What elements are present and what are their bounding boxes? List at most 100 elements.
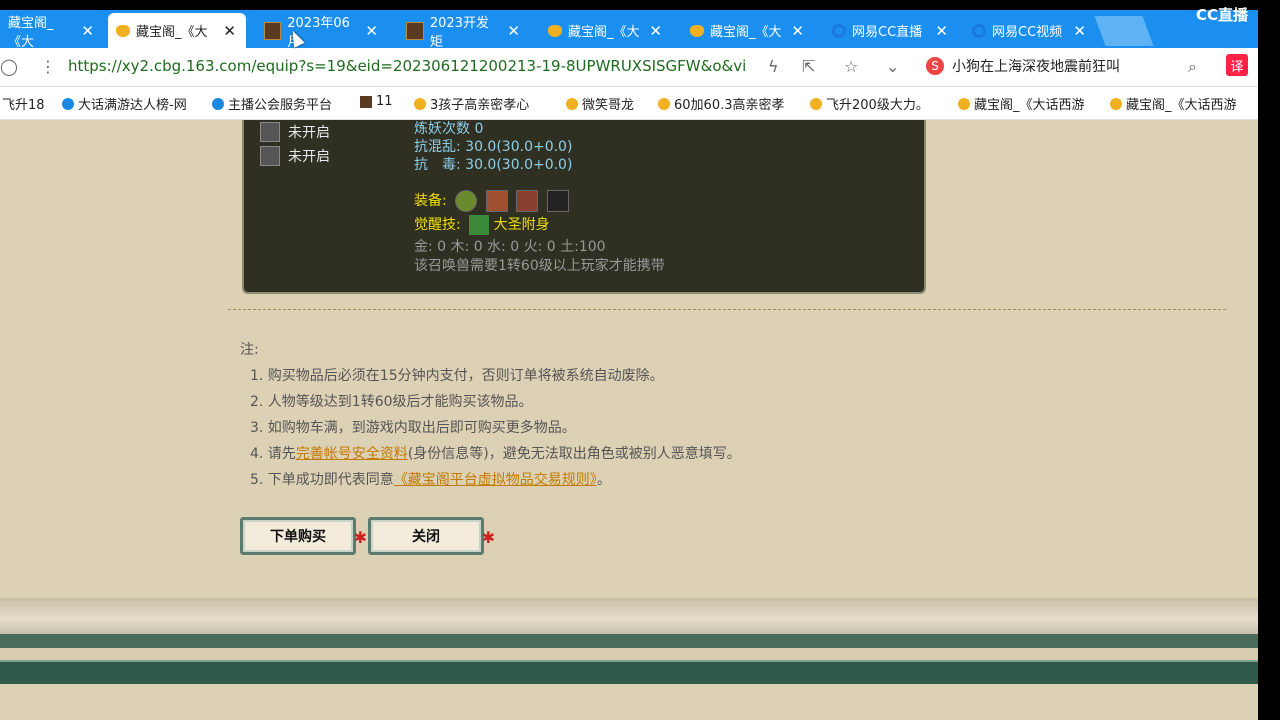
tab-2-active[interactable]: 藏宝阁_《大 ✕ — [108, 13, 246, 48]
slot-icon — [260, 146, 280, 166]
browser-icon — [212, 97, 224, 110]
notes-title: 注: — [240, 342, 259, 358]
bookmark-label: 藏宝阁_《大话西游 — [1126, 98, 1237, 113]
bookmark-1[interactable]: 飞升18 — [2, 94, 45, 113]
footer-band — [0, 634, 1258, 648]
close-icon[interactable]: ✕ — [507, 22, 520, 40]
cc-icon — [832, 23, 846, 38]
search-box[interactable]: S 小狗在上海深夜地震前狂叫 — [926, 56, 1120, 76]
awaken-skill-icon[interactable] — [469, 215, 490, 235]
search-icon[interactable]: ⌕ — [1188, 57, 1197, 77]
close-button[interactable]: 关闭 ✱ — [368, 517, 495, 555]
game-icon — [264, 21, 282, 40]
element-values: 金: 0 木: 0 水: 0 火: 0 土:100 — [414, 239, 606, 255]
note-4-pre: 4. 请先 — [250, 446, 296, 462]
tab-1-label: 藏宝阁_《大 — [8, 15, 54, 50]
divider — [228, 309, 1226, 310]
star-icon[interactable]: ☆ — [844, 57, 858, 76]
tab-6[interactable]: 藏宝阁_《大 ✕ — [682, 13, 814, 48]
tab-5[interactable]: 藏宝阁_《大 ✕ — [540, 13, 672, 48]
purchase-notes: 注: 1. 购买物品后必须在15分钟内支付，否则订单将被系统自动废除。 2. 人… — [240, 337, 741, 493]
equip-row: 装备: — [414, 190, 569, 212]
close-icon[interactable]: ✕ — [365, 22, 378, 40]
slot-icon — [260, 122, 280, 142]
bookmark-7[interactable]: 60加60.3高亲密孝 — [658, 94, 785, 113]
equip-armor-icon[interactable] — [485, 190, 508, 212]
cc-icon — [972, 23, 986, 38]
bookmarks-bar: 飞升18 大话满游达人榜-网 主播公会服务平台 11 3孩子高亲密孝心 微笑哥龙… — [0, 87, 1258, 120]
bookmark-label: 60加60.3高亲密孝 — [674, 98, 785, 113]
bookmark-label: 大话满游达人榜-网 — [78, 98, 187, 113]
search-text: 小狗在上海深夜地震前狂叫 — [952, 59, 1120, 75]
bookmark-3[interactable]: 主播公会服务平台 — [212, 94, 332, 113]
bookmark-label: 11 — [376, 94, 393, 109]
url-field[interactable]: https://xy2.cbg.163.com/equip?s=19&eid=2… — [68, 57, 758, 75]
close-icon[interactable]: ✕ — [1073, 22, 1086, 40]
tab-bar: 藏宝阁_《大 ✕ 藏宝阁_《大 ✕ 2023年06月 ✕ 2023开发矩 ✕ 藏… — [0, 10, 1258, 50]
chick-icon — [1110, 97, 1122, 110]
bookmark-10[interactable]: 藏宝阁_《大话西游 — [1110, 94, 1237, 113]
tab-4[interactable]: 2023开发矩 ✕ — [398, 13, 530, 50]
trade-rules-link[interactable]: 《藏宝阁平台虚拟物品交易规则》 — [394, 472, 597, 488]
equip-ring-icon[interactable] — [455, 190, 478, 212]
tab-3[interactable]: 2023年06月 ✕ — [256, 13, 388, 50]
awaken-label: 觉醒技: — [414, 217, 461, 233]
close-icon[interactable]: ✕ — [791, 22, 804, 40]
chick-icon — [116, 24, 130, 37]
bookmark-8[interactable]: 飞升200级大力。 — [810, 94, 929, 113]
page-content: 未开启 未开启 炼妖次数 0 抗混乱: 30.0(30.0+0.0) 抗 毒: … — [0, 120, 1258, 720]
tab-6-label: 藏宝阁_《大 — [710, 25, 782, 40]
skill-slot-2: 未开启 — [260, 146, 330, 166]
bookmark-6[interactable]: 微笑哥龙 — [566, 94, 634, 113]
equip-empty-icon[interactable] — [546, 190, 569, 212]
chick-icon — [414, 97, 426, 110]
site-icon: ◯ — [0, 57, 18, 76]
ribbon-icon: ✱ — [353, 528, 367, 547]
equip-label: 装备: — [414, 193, 447, 209]
translate-button[interactable]: 译 — [1226, 54, 1248, 76]
note-5: 5. 下单成功即代表同意《藏宝阁平台虚拟物品交易规则》。 — [240, 467, 741, 493]
footer-band — [0, 660, 1258, 684]
bookmark-label: 3孩子高亲密孝心 — [430, 98, 530, 113]
bookmark-2[interactable]: 大话满游达人榜-网 — [62, 94, 187, 113]
resist-poison: 抗 毒: 30.0(30.0+0.0) — [414, 157, 573, 173]
bookmark-4[interactable]: 11 — [360, 94, 393, 109]
tab-7[interactable]: 网易CC直播 ✕ — [824, 13, 958, 48]
chick-icon — [566, 97, 578, 110]
note-5-pre: 5. 下单成功即代表同意 — [250, 472, 394, 488]
buy-button[interactable]: 下单购买 ✱ — [240, 517, 367, 555]
note-5-post: 。 — [596, 472, 611, 488]
close-icon[interactable]: ✕ — [223, 22, 236, 40]
close-icon[interactable]: ✕ — [649, 22, 662, 40]
bookmark-label: 飞升200级大力。 — [826, 98, 929, 113]
chick-icon — [548, 24, 562, 37]
tab-2-label: 藏宝阁_《大 — [136, 25, 208, 40]
close-button-label: 关闭 — [412, 529, 440, 545]
browser-icon — [62, 97, 74, 110]
menu-dots-icon[interactable]: ⋮ — [40, 57, 56, 76]
bookmark-label: 藏宝阁_《大话西游 — [974, 98, 1085, 113]
equip-claw-icon[interactable] — [516, 190, 539, 212]
awaken-row: 觉醒技: 大圣附身 — [414, 214, 550, 235]
game-icon — [406, 21, 424, 40]
chick-icon — [658, 97, 670, 110]
refine-count: 炼妖次数 0 — [414, 121, 484, 137]
bookmark-5[interactable]: 3孩子高亲密孝心 — [414, 94, 529, 113]
close-icon[interactable]: ✕ — [81, 22, 94, 40]
close-icon[interactable]: ✕ — [935, 22, 948, 40]
tab-8-label: 网易CC视频 — [992, 25, 1063, 40]
carry-requirement: 该召唤兽需要1转60级以上玩家才能携带 — [414, 258, 665, 274]
share-icon[interactable]: ⇱ — [802, 57, 815, 76]
note-4-post: (身份信息等)，避免无法取出角色或被别人恶意填写。 — [407, 446, 741, 462]
chevron-down-icon[interactable]: ⌄ — [886, 57, 899, 76]
chick-icon — [690, 24, 704, 37]
footer-band — [0, 648, 1258, 660]
new-tab-button[interactable] — [1094, 16, 1154, 46]
tab-8[interactable]: 网易CC视频 ✕ — [964, 13, 1096, 48]
lightning-icon[interactable]: ϟ — [768, 57, 779, 76]
tab-5-label: 藏宝阁_《大 — [568, 25, 640, 40]
tab-1[interactable]: 藏宝阁_《大 ✕ — [0, 13, 104, 50]
account-security-link[interactable]: 完善帐号安全资料 — [296, 446, 408, 462]
bookmark-9[interactable]: 藏宝阁_《大话西游 — [958, 94, 1085, 113]
note-1: 1. 购买物品后必须在15分钟内支付，否则订单将被系统自动废除。 — [250, 368, 664, 384]
